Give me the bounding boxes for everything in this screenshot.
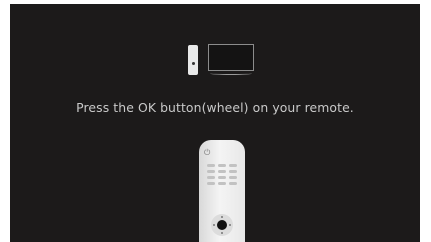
nav-right-dot [229, 224, 231, 226]
number-keypad [207, 164, 239, 185]
remote-key [207, 164, 215, 167]
remote-key [207, 176, 215, 179]
ok-wheel-icon [217, 220, 227, 230]
navigation-ring [211, 214, 233, 236]
nav-left-dot [213, 224, 215, 226]
remote-key [218, 170, 226, 173]
small-remote-button-dot [192, 62, 195, 65]
remote-key [229, 164, 237, 167]
nav-down-dot [221, 232, 223, 234]
remote-key [229, 176, 237, 179]
nav-up-dot [221, 216, 223, 218]
tv-icon [208, 44, 254, 71]
remote-key [229, 170, 237, 173]
remote-key [229, 182, 237, 185]
remote-key [218, 164, 226, 167]
screenshot-frame: Press the OK button(wheel) on your remot… [0, 0, 431, 242]
remote-key [218, 182, 226, 185]
remote-key [218, 176, 226, 179]
small-remote-icon [188, 45, 198, 75]
tv-pairing-screen: Press the OK button(wheel) on your remot… [10, 4, 420, 242]
power-icon: ⏻ [204, 148, 211, 157]
remote-and-tv-icon [188, 44, 260, 76]
remote-key [207, 182, 215, 185]
pairing-instruction-text: Press the OK button(wheel) on your remot… [76, 100, 354, 115]
remote-key [207, 170, 215, 173]
tv-stand-icon [210, 72, 252, 75]
magic-remote-icon: ⏻ [199, 140, 245, 242]
